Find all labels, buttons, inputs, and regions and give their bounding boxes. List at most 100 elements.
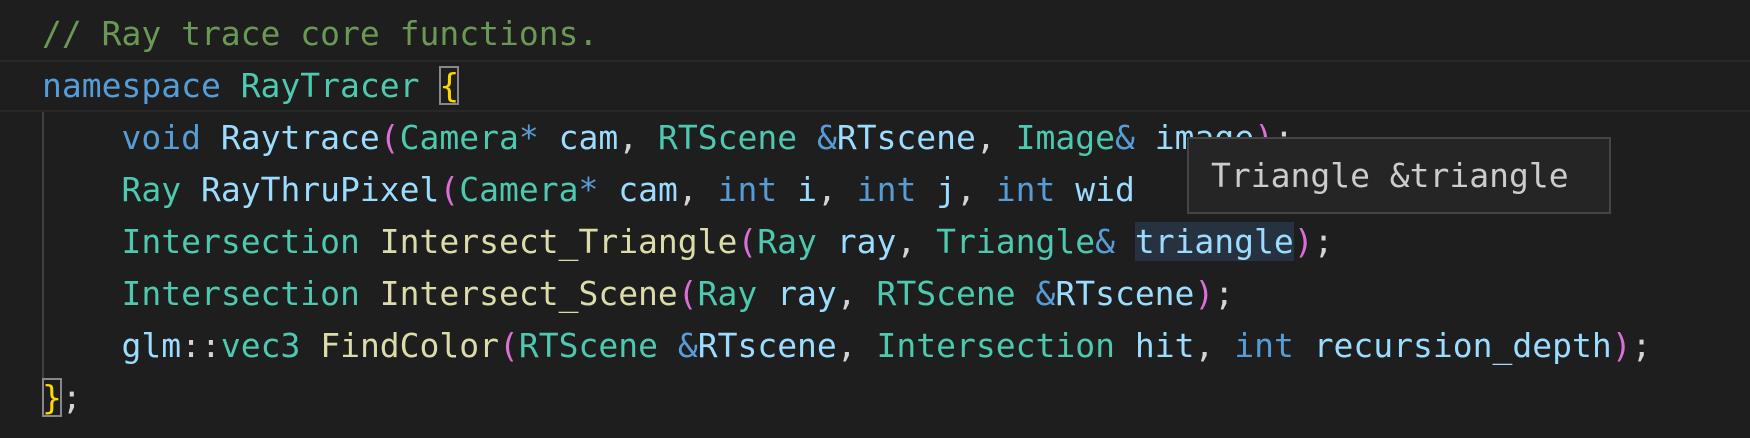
code-token: :: xyxy=(181,326,221,365)
code-token: Intersect_Triangle xyxy=(379,222,738,261)
code-token: Image xyxy=(1015,118,1115,157)
code-line-4[interactable]: Ray RayThruPixel(Camera* cam, int i, int… xyxy=(42,164,1134,216)
code-token: ( xyxy=(499,326,519,365)
code-token: Intersection xyxy=(876,326,1115,365)
code-token: & xyxy=(1095,222,1115,261)
code-token: ( xyxy=(439,170,460,209)
code-token: , xyxy=(836,274,877,313)
code-token: // Ray trace core functions. xyxy=(42,14,599,53)
code-token: ray xyxy=(836,222,897,261)
code-line-8[interactable]: }; xyxy=(42,372,82,424)
code-token: & xyxy=(816,118,837,157)
code-token: * xyxy=(518,118,539,157)
code-token: , xyxy=(816,170,857,209)
code-token: RTscene xyxy=(836,118,976,157)
code-token: ray xyxy=(777,274,837,313)
code-token: ) xyxy=(1194,274,1215,313)
hover-tooltip: Triangle &triangle xyxy=(1187,137,1611,214)
code-line-2[interactable]: namespace RayTracer { xyxy=(42,60,460,112)
code-token: i xyxy=(797,170,817,209)
code-token: , xyxy=(975,118,1016,157)
code-token: * xyxy=(578,170,599,209)
code-token: hit xyxy=(1134,326,1195,365)
code-token: int xyxy=(1234,326,1294,365)
code-token: FindColor xyxy=(320,326,500,365)
code-token: , xyxy=(677,170,718,209)
code-token: int xyxy=(717,170,778,209)
code-token: Ray xyxy=(757,222,817,261)
code-token: RTScene xyxy=(658,118,798,157)
code-token: , xyxy=(1194,326,1235,365)
code-line-3[interactable]: void Raytrace(Camera* cam, RTScene &RTsc… xyxy=(42,112,1293,164)
code-token: Raytrace xyxy=(220,118,380,157)
code-token: ) xyxy=(1611,326,1632,365)
code-token: & xyxy=(1035,274,1056,313)
code-token: Ray xyxy=(121,170,182,209)
code-line-6[interactable]: Intersection Intersect_Scene(Ray ray, RT… xyxy=(42,268,1234,320)
code-token: Triangle xyxy=(936,222,1096,261)
code-token: ) xyxy=(1293,222,1314,261)
code-token: ( xyxy=(677,274,698,313)
code-token: ( xyxy=(379,118,400,157)
code-token: , xyxy=(836,326,877,365)
code-token: RayThruPixel xyxy=(200,170,440,209)
code-token: RTscene xyxy=(1055,274,1195,313)
code-token: cam xyxy=(618,170,678,209)
code-token: RTScene xyxy=(518,326,658,365)
code-token: int xyxy=(856,170,917,209)
code-token: ( xyxy=(737,222,758,261)
code-token: RTscene xyxy=(697,326,837,365)
code-token: recursion_depth xyxy=(1313,326,1612,365)
code-token: } xyxy=(42,378,62,417)
code-token: ; xyxy=(1214,274,1235,313)
code-token: Ray xyxy=(697,274,758,313)
code-token: glm xyxy=(121,326,182,365)
code-line-1[interactable]: // Ray trace core functions. xyxy=(42,8,598,60)
code-token: j xyxy=(936,170,957,209)
code-token: vec3 xyxy=(220,326,301,365)
code-token: cam xyxy=(558,118,619,157)
code-token: RayTracer xyxy=(240,66,420,105)
code-token: Camera xyxy=(459,170,579,209)
code-token: & xyxy=(1115,118,1135,157)
code-token: Intersection xyxy=(121,222,360,261)
code-token: namespace xyxy=(42,66,221,105)
code-token: , xyxy=(956,170,996,209)
code-token: RTScene xyxy=(876,274,1016,313)
code-token: , xyxy=(618,118,658,157)
code-token: ; xyxy=(61,378,82,417)
code-token: ; xyxy=(1631,326,1652,365)
code-token: triangle xyxy=(1134,222,1294,261)
code-token: int xyxy=(995,170,1056,209)
code-token: { xyxy=(439,66,460,105)
code-line-5[interactable]: Intersection Intersect_Triangle(Ray ray,… xyxy=(42,216,1334,268)
code-token: , xyxy=(896,222,937,261)
code-token: ; xyxy=(1313,222,1334,261)
code-line-7[interactable]: glm::vec3 FindColor(RTScene &RTscene, In… xyxy=(42,320,1651,372)
code-editor[interactable]: // Ray trace core functions. namespace R… xyxy=(0,0,1750,438)
